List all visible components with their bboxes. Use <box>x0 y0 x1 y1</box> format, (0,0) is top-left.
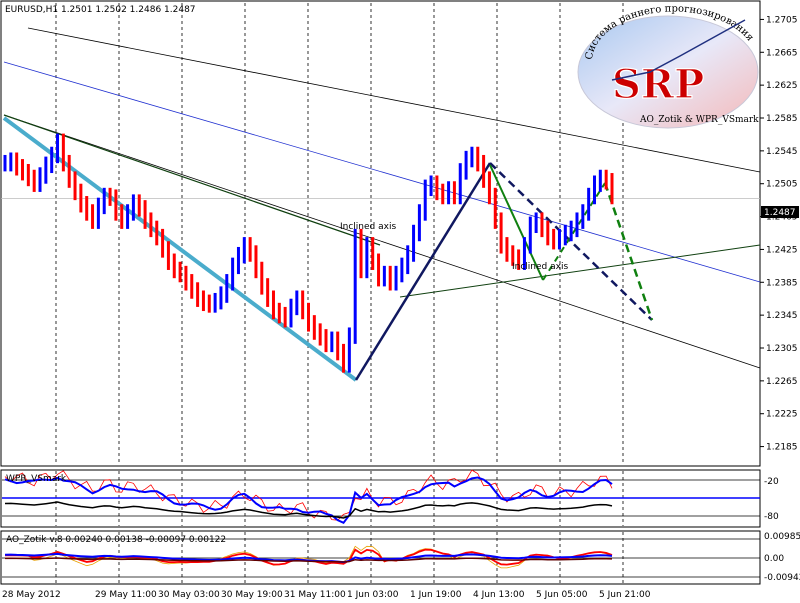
wpr-label: WPR_VSmark <box>6 474 67 484</box>
y-tick-label: 1.2225 <box>766 410 798 420</box>
y-tick-label: 1.2425 <box>766 245 798 255</box>
ao-level-top: 0.00985 <box>764 532 800 542</box>
y-tick-label: 1.2345 <box>766 311 798 321</box>
x-tick-label: 5 Jun 21:00 <box>599 590 651 600</box>
y-tick-label: 1.2625 <box>766 81 798 91</box>
y-tick-label: 1.2585 <box>766 114 798 124</box>
ao-level-zero: 0.00 <box>764 554 784 564</box>
wpr-level-20: -20 <box>764 477 779 487</box>
ao-label: AO_Zotik v.8 0.00240 0.00138 -0.00097 0.… <box>6 535 226 545</box>
y-tick-label: 1.2705 <box>766 15 798 25</box>
x-tick-label: 1 Jun 19:00 <box>410 590 462 600</box>
y-tick-label: 1.2265 <box>766 377 798 387</box>
y-tick-label: 1.2385 <box>766 278 798 288</box>
y-tick-label: 1.2505 <box>766 180 798 190</box>
price-axis: 1.2705 1.2665 1.2625 1.2585 1.2545 1.2505 1.24… <box>760 15 798 453</box>
price-chart[interactable]: 1.2705 1.2665 1.2625 1.2585 1.2545 1.2505 1.24… <box>0 0 800 603</box>
annotation-inclined-axis-1: Inclined axis <box>340 222 396 232</box>
chart-window: 1.2705 1.2665 1.2625 1.2585 1.2545 1.2505 1.24… <box>0 0 800 603</box>
x-tick-label: 1 Jun 03:00 <box>347 590 399 600</box>
time-axis: 28 May 2012 29 May 11:00 30 May 03:00 30 Ma… <box>2 590 651 600</box>
ao-level-bottom: -0.00942 <box>764 573 800 583</box>
y-tick-label: 1.2305 <box>766 344 798 354</box>
symbol-header: EURUSD,H1 1.2501 1.2502 1.2486 1.2487 <box>5 5 196 15</box>
current-price-label: 1.2487 <box>764 208 796 218</box>
x-tick-label: 30 May 19:00 <box>221 590 283 600</box>
y-tick-label: 1.2185 <box>766 443 798 453</box>
x-tick-label: 28 May 2012 <box>2 590 61 600</box>
x-tick-label: 4 Jun 13:00 <box>473 590 525 600</box>
x-tick-label: 5 Jun 05:00 <box>536 590 588 600</box>
logo-footer-text: AO_Zotik & WPR_VSmark <box>639 115 759 125</box>
x-tick-label: 31 May 11:00 <box>284 590 346 600</box>
x-tick-label: 29 May 11:00 <box>95 590 157 600</box>
x-tick-label: 30 May 03:00 <box>158 590 220 600</box>
y-tick-label: 1.2545 <box>766 147 798 157</box>
annotation-inclined-axis-2: Inclined axis <box>512 262 568 272</box>
wpr-level-80: -80 <box>764 512 779 522</box>
y-tick-label: 1.2665 <box>766 48 798 58</box>
